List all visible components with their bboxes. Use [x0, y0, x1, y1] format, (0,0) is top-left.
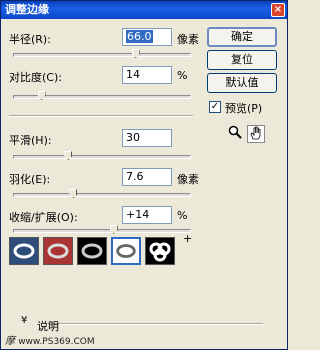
preview-on-black-icon — [78, 238, 106, 264]
dialog-title: 调整边缘 — [5, 3, 49, 16]
radius-unit: 像素 — [177, 33, 199, 46]
watermark-text: 摩 — [5, 336, 15, 347]
preview-quick-mask[interactable] — [43, 237, 73, 265]
preview-standard[interactable] — [9, 237, 39, 265]
radius-label: 半径(R): — [9, 33, 51, 46]
hand-icon-glyph — [250, 126, 261, 140]
contrast-input[interactable]: 14 — [122, 66, 172, 84]
radius-slider-thumb[interactable] — [131, 49, 140, 58]
default-button[interactable]: 默认值 — [207, 73, 277, 93]
section-divider — [9, 115, 193, 117]
ok-button[interactable]: 确定 — [207, 27, 277, 47]
title-bar[interactable]: 调整边缘 × — [1, 1, 287, 19]
reset-button[interactable]: 复位 — [207, 50, 277, 70]
description-divider — [41, 323, 263, 325]
smooth-slider-thumb[interactable] — [64, 151, 73, 160]
contrast-slider-thumb[interactable] — [37, 91, 46, 100]
preview-mask-icon — [146, 238, 174, 264]
contract-expand-input[interactable]: +14 — [122, 206, 172, 224]
contract-expand-unit: % — [177, 209, 188, 222]
preview-standard-icon — [10, 238, 38, 264]
preview-mask[interactable] — [145, 237, 175, 265]
contrast-unit: % — [177, 69, 188, 82]
preview-checkbox-label[interactable]: 预览(P) — [225, 100, 262, 116]
zoom-icon[interactable] — [226, 125, 244, 143]
radius-input[interactable]: 66.0 — [122, 28, 172, 46]
watermark: 摩 www.PS369.COM — [5, 332, 95, 347]
preview-on-white-icon — [113, 239, 139, 263]
contract-expand-slider-thumb[interactable] — [109, 225, 118, 234]
smooth-input[interactable]: 30 — [122, 129, 172, 147]
contrast-label: 对比度(C): — [9, 71, 62, 84]
contract-expand-label: 收缩/扩展(O): — [9, 211, 78, 224]
preview-on-black[interactable] — [77, 237, 107, 265]
preview-on-white[interactable] — [111, 237, 141, 265]
slider-plus-label: + — [183, 232, 193, 245]
feather-unit: 像素 — [177, 173, 199, 186]
refine-edge-dialog: 调整边缘 × 半径(R): 66.0 像素 对比度(C): 14 % 平滑(H)… — [0, 0, 288, 350]
expand-description-icon[interactable]: ¥ — [21, 315, 27, 326]
preview-checkbox[interactable]: ✓ — [209, 101, 221, 113]
feather-label: 羽化(E): — [9, 173, 51, 186]
zoom-icon-glyph — [228, 125, 242, 139]
preview-quick-mask-icon — [44, 238, 72, 264]
smooth-slider[interactable] — [13, 151, 191, 160]
feather-input[interactable]: 7.6 — [122, 168, 172, 186]
contract-expand-slider[interactable] — [13, 225, 191, 234]
smooth-label: 平滑(H): — [9, 134, 52, 147]
contrast-slider[interactable] — [13, 91, 191, 100]
hand-icon[interactable] — [247, 125, 265, 143]
radius-slider[interactable] — [13, 49, 191, 58]
close-button[interactable]: × — [271, 3, 285, 17]
feather-slider-thumb[interactable] — [69, 189, 78, 198]
feather-slider[interactable] — [13, 189, 191, 198]
watermark-site: www.PS369.COM — [18, 337, 95, 347]
